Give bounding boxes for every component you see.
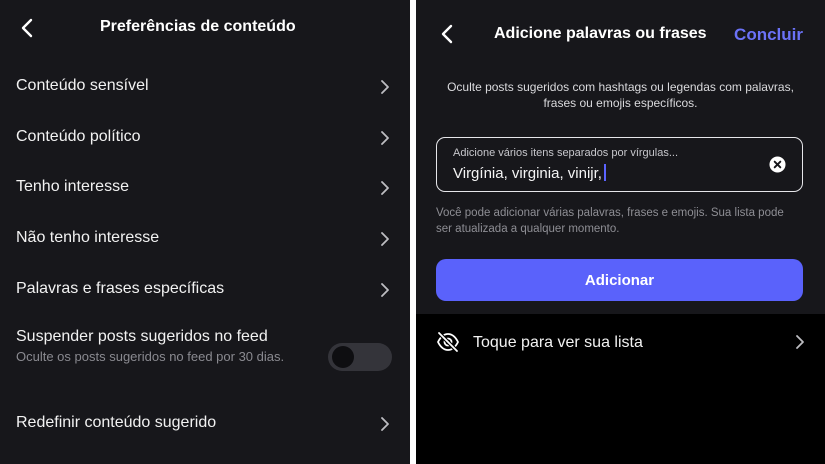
page-title: Preferências de conteúdo [100, 18, 296, 35]
add-words-screen: Adicione palavras ou frases Concluir Ocu… [416, 0, 825, 464]
row-label: Conteúdo político [16, 128, 141, 145]
header: Preferências de conteúdo [0, 0, 410, 58]
back-icon[interactable] [436, 22, 460, 46]
description-text: Oculte posts sugeridos com hashtags ou l… [447, 80, 794, 110]
row-reset-suggested[interactable]: Redefinir conteúdo sugerido [0, 399, 410, 449]
text-caret [603, 164, 606, 181]
add-button[interactable]: Adicionar [436, 259, 803, 301]
input-value: Virgínia, virginia, vinijr, [453, 164, 606, 182]
header: Adicione palavras ou frases Concluir [416, 0, 825, 58]
row-label: Redefinir conteúdo sugerido [16, 414, 217, 431]
hint-text: Você pode adicionar várias palavras, fra… [436, 207, 784, 235]
page-title: Adicione palavras ou frases [494, 25, 707, 42]
words-input[interactable]: Adicione vários itens separados por vírg… [436, 137, 803, 192]
chevron-right-icon [380, 416, 390, 432]
suspend-sublabel: Oculte os posts sugeridos no feed por 30… [16, 349, 285, 364]
row-not-interested[interactable]: Não tenho interesse [0, 214, 410, 264]
row-label: Conteúdo sensível [16, 77, 149, 94]
back-icon[interactable] [16, 16, 40, 40]
input-placeholder: Adicione vários itens separados por vírg… [453, 147, 679, 159]
chevron-right-icon [380, 231, 390, 247]
row-label: Não tenho interesse [16, 229, 160, 246]
row-interested[interactable]: Tenho interesse [0, 163, 410, 213]
row-specific-words[interactable]: Palavras e frases específicas [0, 265, 410, 315]
eye-slash-icon [436, 331, 460, 353]
view-list-row[interactable]: Toque para ver sua lista [416, 314, 825, 370]
chevron-right-icon [795, 334, 805, 350]
chevron-right-icon [380, 130, 390, 146]
toggle-knob [332, 346, 354, 368]
row-label: Palavras e frases específicas [16, 280, 225, 297]
content-preferences-screen: Preferências de conteúdo Conteúdo sensív… [0, 0, 410, 464]
view-list-label: Toque para ver sua lista [473, 334, 643, 351]
chevron-right-icon [380, 79, 390, 95]
row-political-content[interactable]: Conteúdo político [0, 113, 410, 163]
suspend-toggle[interactable] [328, 343, 392, 371]
clear-icon[interactable] [769, 156, 786, 173]
chevron-right-icon [380, 282, 390, 298]
suspend-label: Suspender posts sugeridos no feed [16, 328, 268, 345]
row-sensitive-content[interactable]: Conteúdo sensível [0, 62, 410, 112]
add-button-label: Adicionar [584, 272, 655, 289]
input-value-text: Virgínia, virginia, vinijr, [453, 165, 602, 182]
row-label: Tenho interesse [16, 178, 129, 195]
done-button[interactable]: Concluir [734, 25, 803, 45]
chevron-right-icon [380, 180, 390, 196]
